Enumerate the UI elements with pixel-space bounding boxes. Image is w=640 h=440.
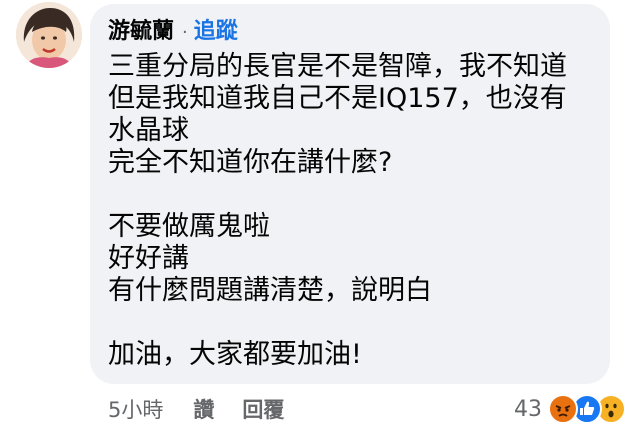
reply-button[interactable]: 回覆 — [242, 394, 284, 424]
comment-timestamp[interactable]: 5小時 — [108, 394, 163, 424]
reaction-summary[interactable] — [548, 394, 626, 424]
comment-view: 游毓蘭 · 追蹤 三重分局的長官是不是智障，我不知道 但是我知道我自己不是IQ1… — [0, 0, 640, 440]
comment-blank-line — [108, 307, 594, 339]
author-name[interactable]: 游毓蘭 — [108, 17, 174, 47]
reaction-count[interactable]: 43 — [514, 397, 542, 422]
comment-header: 游毓蘭 · 追蹤 — [108, 17, 594, 51]
comment-body: 三重分局的長官是不是智障，我不知道 但是我知道我自己不是IQ157，也沒有 水晶… — [108, 51, 594, 371]
angry-icon — [548, 394, 578, 424]
author-avatar[interactable] — [16, 2, 82, 68]
comment-line: 不要做厲鬼啦 — [108, 211, 270, 242]
separator-dot: · — [182, 22, 188, 43]
comment-line: 水晶球 — [108, 115, 189, 146]
like-button[interactable]: 讚 — [193, 394, 214, 424]
comment-line: 三重分局的長官是不是智障，我不知道 — [108, 51, 567, 82]
comment-bubble: 游毓蘭 · 追蹤 三重分局的長官是不是智障，我不知道 但是我知道我自己不是IQ1… — [90, 4, 610, 384]
comment-line: 完全不知道你在講什麼? — [108, 147, 393, 178]
comment-footer: 5小時 讚 回覆 43 — [90, 392, 626, 426]
follow-link[interactable]: 追蹤 — [194, 17, 238, 47]
comment-line: 加油，大家都要加油! — [108, 339, 362, 370]
comment-line: 好好講 — [108, 243, 189, 274]
avatar-portrait-icon — [16, 2, 82, 68]
comment-line: 但是我知道我自己不是IQ157，也沒有 — [108, 83, 567, 114]
comment-blank-line — [108, 179, 594, 211]
comment-line: 有什麼問題講清楚，說明白 — [108, 275, 432, 306]
